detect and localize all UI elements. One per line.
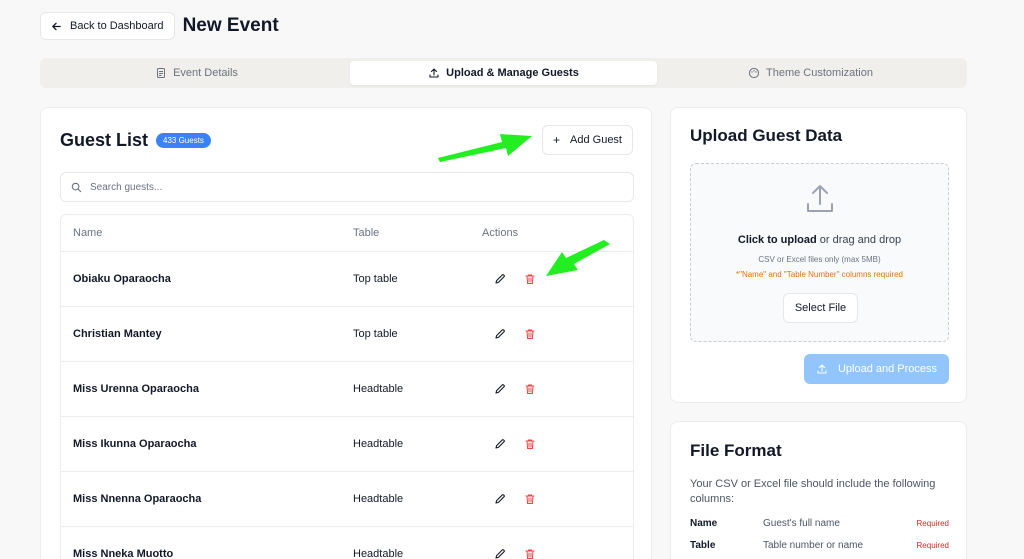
delete-icon[interactable] bbox=[522, 491, 538, 507]
page-title: New Event bbox=[182, 15, 279, 36]
arrow-left-icon bbox=[52, 22, 61, 30]
edit-icon[interactable] bbox=[492, 546, 508, 559]
add-guest-button[interactable]: + Add Guest bbox=[542, 125, 633, 155]
upload-and-process-button[interactable]: Upload and Process bbox=[804, 354, 949, 384]
field-key: Name bbox=[690, 518, 718, 529]
click-to-upload-text[interactable]: Click to upload bbox=[738, 234, 817, 246]
delete-icon[interactable] bbox=[522, 271, 538, 287]
delete-icon[interactable] bbox=[522, 546, 538, 559]
back-label: Back to Dashboard bbox=[70, 20, 164, 32]
guest-table-name: Headtable bbox=[353, 548, 404, 559]
row-actions bbox=[482, 381, 622, 397]
guest-table: Name Table Actions Obiaku Oparaocha Top t… bbox=[60, 214, 634, 559]
tab-label: Event Details bbox=[173, 67, 238, 79]
guest-table-name: Top table bbox=[353, 273, 398, 285]
file-format-description: Your CSV or Excel file should include th… bbox=[690, 478, 936, 505]
edit-icon[interactable] bbox=[492, 436, 508, 452]
file-dropzone[interactable]: Click to upload or drag and drop CSV or … bbox=[690, 163, 949, 342]
delete-icon[interactable] bbox=[522, 326, 538, 342]
column-header-actions: Actions bbox=[482, 227, 519, 239]
guest-table-name: Headtable bbox=[353, 383, 404, 395]
format-field-table: Table Table number or name Required bbox=[690, 540, 949, 551]
guest-name: Miss Nnenna Oparaocha bbox=[73, 493, 202, 505]
upload-card: Upload Guest Data Click to upload or dra… bbox=[670, 107, 967, 403]
guest-name: Miss Urenna Oparaocha bbox=[73, 383, 199, 395]
upload-icon bbox=[817, 364, 827, 374]
plus-icon: + bbox=[553, 133, 561, 147]
row-actions bbox=[482, 326, 622, 342]
table-row: Christian Mantey Top table bbox=[61, 307, 633, 362]
required-label: Required bbox=[916, 519, 949, 528]
tab-upload-manage-guests[interactable]: Upload & Manage Guests bbox=[350, 61, 657, 85]
row-actions bbox=[482, 491, 622, 507]
guest-name: Miss Ikunna Oparaocha bbox=[73, 438, 197, 450]
guest-list-title: Guest List bbox=[60, 130, 149, 150]
edit-icon[interactable] bbox=[492, 326, 508, 342]
row-actions bbox=[482, 546, 622, 559]
guest-list-card: Guest List 433 Guests + Add Guest Name T… bbox=[40, 107, 652, 559]
upload-title: Upload Guest Data bbox=[690, 126, 843, 145]
edit-icon[interactable] bbox=[492, 491, 508, 507]
table-body: Obiaku Oparaocha Top table Christian Mante… bbox=[61, 252, 633, 559]
tab-theme-customization[interactable]: Theme Customization bbox=[657, 61, 964, 85]
tab-label: Theme Customization bbox=[766, 67, 873, 79]
column-header-name: Name bbox=[73, 227, 103, 239]
tab-label: Upload & Manage Guests bbox=[446, 67, 579, 79]
table-row: Miss Nnenna Oparaocha Headtable bbox=[61, 472, 633, 527]
tab-bar: Event Details Upload & Manage Guests The… bbox=[40, 58, 967, 88]
tab-event-details[interactable]: Event Details bbox=[43, 61, 350, 85]
document-icon bbox=[157, 68, 166, 78]
file-format-card: File Format Your CSV or Excel file shoul… bbox=[670, 421, 967, 559]
table-row: Miss Urenna Oparaocha Headtable bbox=[61, 362, 633, 417]
row-actions bbox=[482, 436, 622, 452]
search-icon bbox=[71, 182, 82, 192]
table-row: Miss Nneka Muotto Headtable bbox=[61, 527, 633, 559]
dropzone-instructions: Click to upload or drag and drop bbox=[691, 234, 948, 246]
row-actions bbox=[482, 271, 622, 287]
table-header: Name Table Actions bbox=[61, 215, 633, 252]
edit-icon[interactable] bbox=[492, 271, 508, 287]
guest-table-name: Headtable bbox=[353, 438, 404, 450]
edit-icon[interactable] bbox=[492, 381, 508, 397]
guest-name: Christian Mantey bbox=[73, 328, 162, 340]
field-description: Table number or name bbox=[763, 540, 864, 551]
table-row: Miss Ikunna Oparaocha Headtable bbox=[61, 417, 633, 472]
required-columns-note: *"Name" and "Table Number" columns requi… bbox=[736, 270, 903, 279]
select-file-button[interactable]: Select File bbox=[783, 293, 858, 323]
delete-icon[interactable] bbox=[522, 381, 538, 397]
guest-list-header: Guest List 433 Guests bbox=[60, 130, 211, 151]
search-input[interactable] bbox=[90, 181, 590, 193]
add-guest-label: Add Guest bbox=[570, 134, 622, 146]
guest-name: Obiaku Oparaocha bbox=[73, 273, 171, 285]
delete-icon[interactable] bbox=[522, 436, 538, 452]
format-field-name: Name Guest's full name Required bbox=[690, 518, 949, 529]
file-type-hint: CSV or Excel files only (max 5MB) bbox=[758, 255, 881, 264]
guest-count-badge: 433 Guests bbox=[156, 133, 211, 148]
top-bar: Back to Dashboard New Event bbox=[40, 12, 279, 40]
file-format-title: File Format bbox=[690, 441, 782, 460]
guest-name: Miss Nneka Muotto bbox=[73, 548, 174, 559]
upload-icon bbox=[429, 68, 439, 78]
table-row: Obiaku Oparaocha Top table bbox=[61, 252, 633, 307]
upload-cloud-icon bbox=[807, 185, 833, 212]
required-label: Required bbox=[916, 541, 949, 550]
search-box bbox=[60, 172, 634, 202]
drag-drop-text: or drag and drop bbox=[816, 234, 902, 246]
back-to-dashboard-button[interactable]: Back to Dashboard bbox=[40, 12, 175, 40]
field-key: Table bbox=[690, 540, 716, 551]
column-header-table: Table bbox=[353, 227, 380, 239]
guest-table-name: Headtable bbox=[353, 493, 404, 505]
guest-table-name: Top table bbox=[353, 328, 398, 340]
upload-process-label: Upload and Process bbox=[837, 363, 938, 375]
field-description: Guest's full name bbox=[763, 518, 840, 529]
palette-icon bbox=[748, 67, 760, 79]
